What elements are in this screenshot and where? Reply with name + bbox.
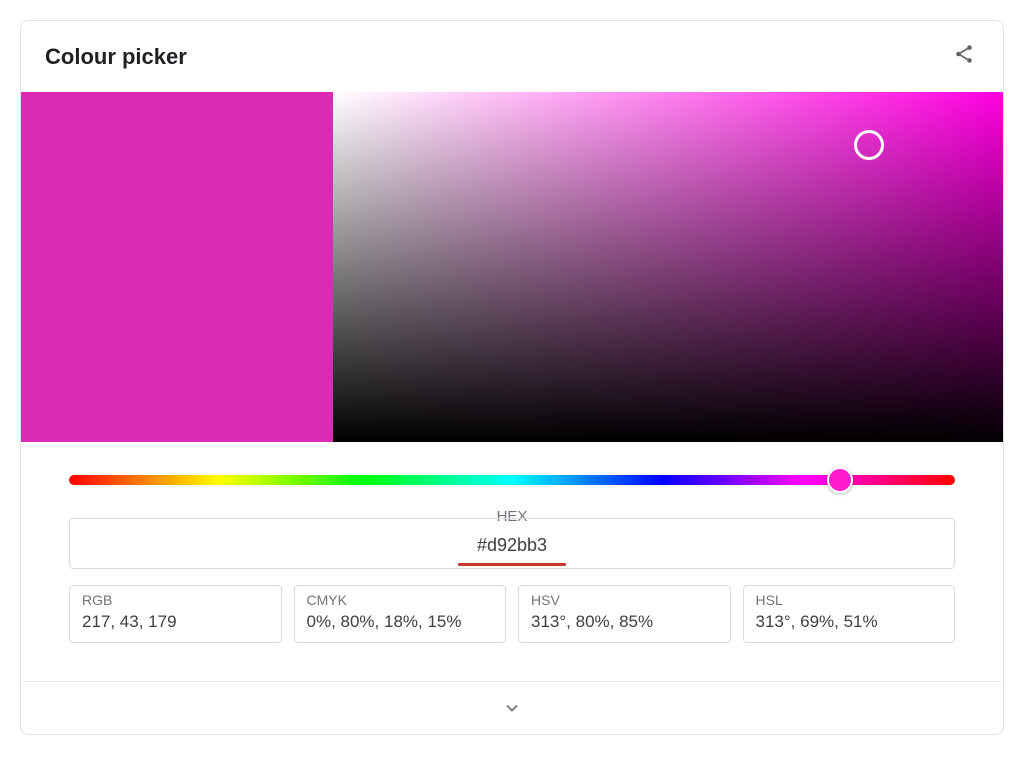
hsv-cell[interactable]: HSV 313°, 80%, 85%: [518, 585, 731, 643]
controls: HEX #d92bb3 RGB 217, 43, 179 CMYK 0%, 80…: [21, 442, 1003, 661]
hsv-label: HSV: [531, 592, 718, 608]
sv-cursor[interactable]: [854, 130, 884, 160]
cmyk-label: CMYK: [307, 592, 494, 608]
hue-slider[interactable]: [69, 468, 955, 492]
hex-underline: [458, 563, 566, 566]
picker-area: [21, 92, 1003, 442]
color-codes-row: RGB 217, 43, 179 CMYK 0%, 80%, 18%, 15% …: [69, 585, 955, 643]
share-button[interactable]: [949, 39, 979, 74]
hsv-value: 313°, 80%, 85%: [531, 612, 653, 631]
card-title: Colour picker: [45, 44, 187, 70]
hsl-cell[interactable]: HSL 313°, 69%, 51%: [743, 585, 956, 643]
cmyk-value: 0%, 80%, 18%, 15%: [307, 612, 462, 631]
card-header: Colour picker: [21, 21, 1003, 92]
hsl-label: HSL: [756, 592, 943, 608]
hex-input[interactable]: #d92bb3: [69, 518, 955, 569]
rgb-value: 217, 43, 179: [82, 612, 177, 631]
hue-thumb[interactable]: [827, 467, 853, 493]
hex-value: #d92bb3: [477, 535, 547, 555]
share-icon: [953, 43, 975, 65]
saturation-value-box[interactable]: [333, 92, 1003, 442]
hsl-value: 313°, 69%, 51%: [756, 612, 878, 631]
expand-button[interactable]: [21, 682, 1003, 734]
hue-track: [69, 475, 955, 485]
rgb-cell[interactable]: RGB 217, 43, 179: [69, 585, 282, 643]
colour-picker-card: Colour picker HEX #d92bb3: [20, 20, 1004, 735]
cmyk-cell[interactable]: CMYK 0%, 80%, 18%, 15%: [294, 585, 507, 643]
hex-wrap: HEX #d92bb3: [69, 518, 955, 569]
rgb-label: RGB: [82, 592, 269, 608]
color-swatch: [21, 92, 333, 442]
chevron-down-icon: [502, 698, 522, 718]
